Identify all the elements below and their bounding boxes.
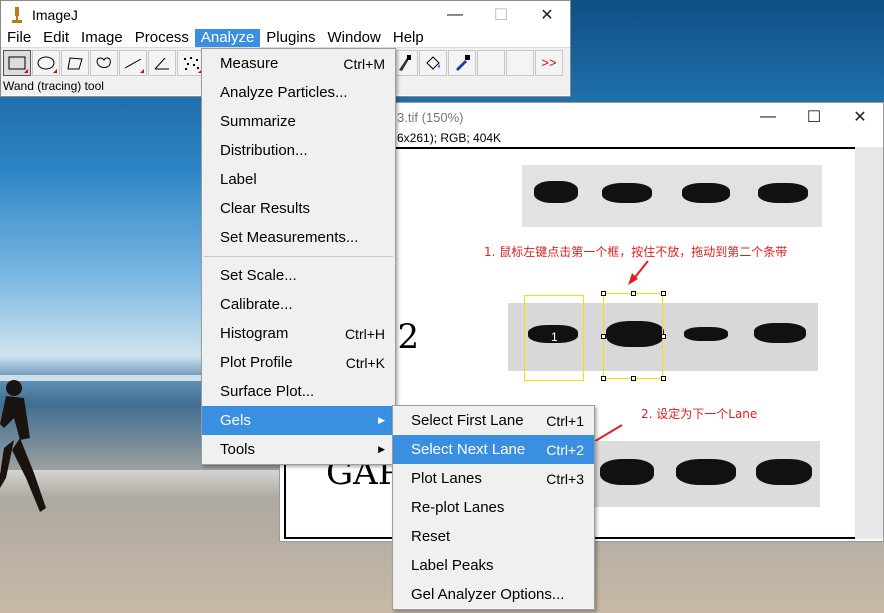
menu-item-reset[interactable]: Reset: [393, 522, 594, 551]
lane-selection-2[interactable]: [601, 291, 666, 381]
image-info: 6x261); RGB; 404K: [397, 131, 502, 145]
submenu-arrow-icon: ▶: [378, 444, 385, 454]
menu-item-set-measurements[interactable]: Set Measurements...: [202, 223, 395, 252]
menu-item-distribution[interactable]: Distribution...: [202, 136, 395, 165]
menu-item-set-scale[interactable]: Set Scale...: [202, 261, 395, 290]
freehand-tool-icon[interactable]: [90, 49, 118, 76]
menubar: File Edit Image Process Analyze Plugins …: [1, 29, 570, 47]
oval-tool-icon[interactable]: [32, 49, 60, 76]
polygon-tool-icon[interactable]: [61, 49, 89, 76]
lane-selection-1[interactable]: 1: [524, 295, 584, 381]
resize-handle[interactable]: [601, 334, 606, 339]
gel-band: [756, 459, 812, 485]
menu-item-select-first-lane[interactable]: Select First Lane Ctrl+1: [393, 406, 594, 435]
menu-file[interactable]: File: [1, 29, 37, 47]
flood-fill-tool-icon[interactable]: [419, 49, 447, 76]
menu-item-plot-lanes[interactable]: Plot Lanes Ctrl+3: [393, 464, 594, 493]
gel-strip-row1: [522, 165, 822, 227]
close-icon[interactable]: ✕: [837, 103, 883, 131]
gel-band: [676, 459, 736, 485]
menu-item-replot-lanes[interactable]: Re-plot Lanes: [393, 493, 594, 522]
menu-item-gel-analyzer-options[interactable]: Gel Analyzer Options...: [393, 580, 594, 609]
menu-item-measure[interactable]: Measure Ctrl+M: [202, 49, 395, 78]
resize-handle[interactable]: [601, 291, 606, 296]
annotation-note-2: 2. 设定为下一个Lane: [641, 407, 758, 421]
menu-help[interactable]: Help: [387, 29, 430, 47]
menu-window[interactable]: Window: [322, 29, 387, 47]
menu-process[interactable]: Process: [129, 29, 195, 47]
resize-handle[interactable]: [601, 376, 606, 381]
microscope-icon: [7, 5, 27, 25]
gel-band: [684, 327, 728, 341]
image-window-scroll-area: [855, 147, 883, 539]
menu-item-surface-plot[interactable]: Surface Plot...: [202, 377, 395, 406]
menu-item-label[interactable]: Label: [202, 165, 395, 194]
menu-item-tools[interactable]: Tools ▶: [202, 435, 395, 464]
minimize-icon[interactable]: —: [432, 1, 478, 29]
menu-item-summarize[interactable]: Summarize: [202, 107, 395, 136]
menu-item-gels[interactable]: Gels ▶: [202, 406, 395, 435]
empty-tool-slot: [477, 49, 505, 76]
gel-band: [754, 323, 806, 343]
maximize-icon: ☐: [493, 7, 509, 24]
gel-band: [602, 183, 652, 203]
empty-tool-slot: [506, 49, 534, 76]
image-window-title: 3.tif (150%): [397, 109, 464, 125]
menu-item-select-next-lane[interactable]: Select Next Lane Ctrl+2: [393, 435, 594, 464]
resize-handle[interactable]: [631, 291, 636, 296]
menu-item-clear-results[interactable]: Clear Results: [202, 194, 395, 223]
gel-band: [534, 181, 578, 203]
rectangle-tool-icon[interactable]: [3, 49, 31, 76]
angle-tool-icon[interactable]: [148, 49, 176, 76]
annotation-arrow-1: [628, 260, 649, 285]
resize-handle[interactable]: [661, 291, 666, 296]
gel-band: [600, 459, 654, 485]
gels-submenu: Select First Lane Ctrl+1 Select Next Lane…: [392, 405, 595, 610]
resize-handle[interactable]: [661, 376, 666, 381]
resize-handle[interactable]: [631, 376, 636, 381]
menu-separator: [204, 256, 393, 257]
menu-image[interactable]: Image: [75, 29, 129, 47]
more-tools-button[interactable]: >>: [535, 49, 563, 76]
color-picker-tool-icon[interactable]: [448, 49, 476, 76]
analyze-menu: Measure Ctrl+M Analyze Particles... Summa…: [201, 48, 396, 465]
menu-edit[interactable]: Edit: [37, 29, 75, 47]
main-titlebar: ImageJ — ☐ ✕: [1, 1, 570, 29]
runner-silhouette: [0, 380, 46, 512]
lane-number: 1: [551, 330, 558, 344]
line-tool-icon[interactable]: [119, 49, 147, 76]
menu-item-analyze-particles[interactable]: Analyze Particles...: [202, 78, 395, 107]
menu-item-calibrate[interactable]: Calibrate...: [202, 290, 395, 319]
close-icon[interactable]: ✕: [524, 1, 570, 29]
gel-band: [682, 183, 730, 203]
submenu-arrow-icon: ▶: [378, 415, 385, 425]
menu-plugins[interactable]: Plugins: [260, 29, 321, 47]
maximize-icon[interactable]: ☐: [791, 103, 837, 131]
menu-analyze[interactable]: Analyze: [194, 29, 261, 47]
menu-item-histogram[interactable]: Histogram Ctrl+H: [202, 319, 395, 348]
gel-band: [758, 183, 808, 203]
main-window-title: ImageJ: [32, 7, 78, 23]
minimize-icon[interactable]: —: [745, 103, 791, 131]
menu-item-plot-profile[interactable]: Plot Profile Ctrl+K: [202, 348, 395, 377]
resize-handle[interactable]: [661, 334, 666, 339]
menu-item-label-peaks[interactable]: Label Peaks: [393, 551, 594, 580]
